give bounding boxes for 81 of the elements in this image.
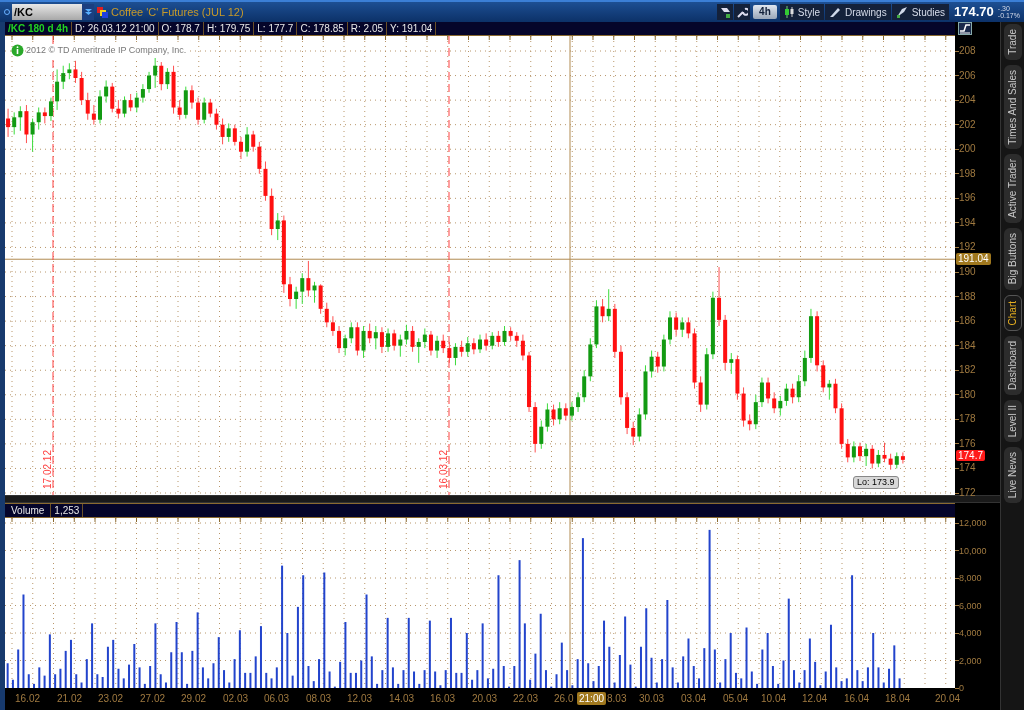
price-axis-label: 182 — [959, 364, 976, 377]
volume-axis-label: 8,000 — [959, 572, 982, 584]
time-axis-label: 20.04 — [935, 693, 961, 705]
price-axis-label: 174 — [959, 462, 976, 475]
price-axis-label: 204 — [959, 94, 976, 107]
time-axis-label: 22.03 — [513, 693, 539, 705]
price-axis-label: 178 — [959, 413, 976, 426]
sidebar-tab[interactable]: Chart — [1003, 294, 1022, 331]
bar-value-label: L: 177.7 — [254, 22, 298, 35]
bar-value-label: Y: 191.04 — [387, 22, 437, 35]
volume-axis-label: 2,000 — [959, 654, 982, 667]
time-axis-label: 02.03 — [223, 693, 249, 705]
sidebar-tab[interactable]: Live News — [1003, 447, 1022, 504]
bar-value-label: C: 178.85 — [297, 22, 348, 35]
price-axis-label: 188 — [959, 290, 976, 303]
price-axis-label: 200 — [959, 143, 976, 156]
sidebar-tab[interactable]: Dashboard — [1003, 335, 1022, 395]
time-axis-label: 16.04 — [844, 693, 870, 705]
sidebar-tab[interactable]: Level II — [1003, 399, 1022, 443]
sidebar-tab[interactable]: Active Trader — [1003, 154, 1022, 224]
last-price: 174.70 — [954, 3, 994, 22]
last-price-tag: 174.7 — [956, 449, 986, 461]
volume-axis-label: 4,000 — [959, 627, 982, 639]
toolbar-button[interactable]: Style — [779, 4, 824, 20]
date-marker-label: 16.03.12 — [437, 450, 450, 489]
study-title: Volume — [5, 504, 52, 517]
time-axis-label: 16.03 — [430, 693, 456, 705]
time-axis-label: 18.04 — [885, 693, 911, 705]
symbol-field[interactable]: /KC — [12, 4, 82, 20]
sidebar-tab[interactable]: Big Buttons — [1003, 228, 1022, 290]
price-axis-label: 180 — [959, 388, 976, 401]
copyright-text: 2012 © TD Ameritrade IP Company, Inc. — [26, 44, 187, 58]
toolbar-button[interactable]: Drawings — [825, 4, 891, 20]
time-axis-label: 26.0 — [554, 693, 574, 705]
time-axis-label: 23.02 — [98, 693, 124, 705]
bar-value-label: D: 26.03.12 21:00 — [72, 22, 159, 35]
price-axis-label: 202 — [959, 118, 976, 131]
crosshair-time-tag: 21:00 — [577, 692, 607, 705]
sidebar-tab[interactable]: Trade — [1003, 24, 1022, 60]
crosshair-price-tag: 191.04 — [956, 253, 991, 266]
price-axis-label: 206 — [959, 69, 976, 82]
price-axis-label: 176 — [959, 437, 976, 450]
time-axis-label: 03.04 — [681, 693, 707, 705]
price-axis-label: 198 — [959, 167, 976, 180]
time-axis-label: 16.02 — [15, 693, 41, 705]
time-axis-label: 20.03 — [472, 693, 498, 705]
time-axis-label: 21.02 — [57, 693, 83, 705]
price-axis-label: 196 — [959, 192, 976, 205]
volume-axis-label: 0 — [959, 682, 964, 694]
price-axis-label: 208 — [959, 45, 976, 57]
time-axis-label: 8.03 — [607, 693, 627, 705]
toolbar-button[interactable]: Studies — [891, 4, 950, 20]
time-axis-label: 06.03 — [264, 693, 290, 705]
volume-axis-label: 10,000 — [959, 544, 987, 557]
date-marker-label: 17.02.12 — [41, 450, 54, 489]
time-axis-label: 08.03 — [306, 693, 332, 705]
volume-reading: 1,253 — [51, 504, 84, 517]
time-axis-label: 05.04 — [723, 693, 749, 705]
time-axis-label: 27.02 — [140, 693, 166, 705]
price-axis-label: 172 — [959, 487, 976, 499]
time-axis-label: 29.02 — [181, 693, 207, 705]
price-axis-label: 194 — [959, 216, 976, 229]
time-axis-label: 10.04 — [761, 693, 787, 705]
volume-axis-label: 12,000 — [959, 517, 987, 529]
bar-value-label: O: 178.7 — [158, 22, 204, 35]
time-axis-label: 12.04 — [802, 693, 828, 705]
instrument-title: Coffee 'C' Futures (JUL 12) — [111, 4, 244, 20]
time-axis-label: 30.03 — [639, 693, 665, 705]
volume-axis-label: 6,000 — [959, 599, 982, 612]
study-symbol-label: /KC 180 d 4h — [5, 22, 73, 35]
low-price-label: Lo: 173.9 — [853, 476, 899, 489]
price-axis-label: 192 — [959, 241, 976, 254]
bar-value-label: R: 2.05 — [347, 22, 388, 35]
aggregation-button[interactable]: 4h — [753, 5, 777, 19]
bar-value-label: H: 179.75 — [203, 22, 255, 35]
time-axis-label: 14.03 — [389, 693, 415, 705]
time-axis-label: 12.03 — [347, 693, 373, 705]
price-axis-label: 184 — [959, 339, 976, 352]
price-axis-label: 186 — [959, 315, 976, 328]
price-axis-label: 190 — [959, 266, 976, 278]
sidebar-tab[interactable]: Times And Sales — [1003, 64, 1022, 150]
